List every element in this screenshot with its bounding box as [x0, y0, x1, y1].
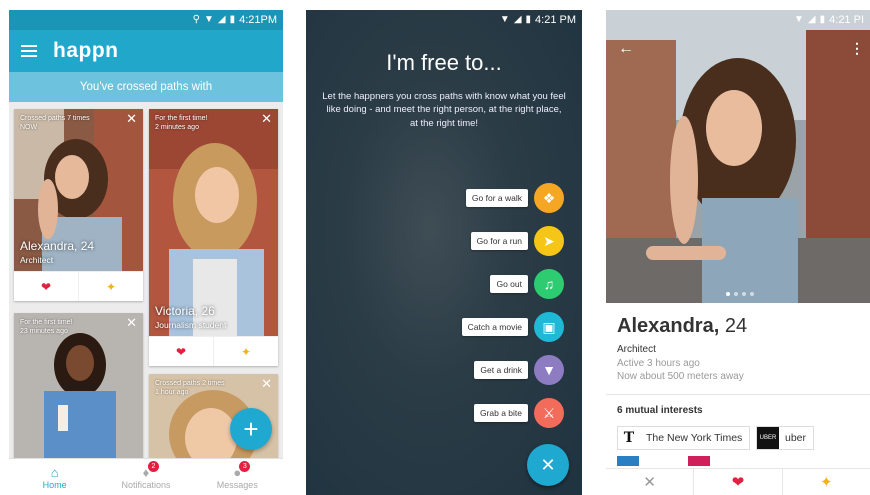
like-heart-icon[interactable]: ❤ — [149, 337, 213, 366]
card-actions: ❤ ✦ — [14, 271, 143, 301]
film-icon[interactable]: ▣ — [534, 312, 564, 342]
battery-icon: ▮ — [525, 14, 532, 25]
profile-screen: ▼ ◢ ▮ 4:21 PI ← ⋮ Alexandra, 24 Architec… — [606, 10, 870, 495]
option-walk[interactable]: Go for a walk ❖ — [465, 183, 564, 213]
cutlery-icon[interactable]: ⚔ — [534, 398, 564, 428]
like-heart-icon[interactable]: ❤ — [693, 469, 781, 495]
card-meta: Crossed paths 7 times NOW — [20, 115, 90, 132]
crossed-paths-banner: You've crossed paths with — [9, 72, 283, 102]
status-bar: ⚲ ▼ ◢ ▮ 4:21PM — [9, 10, 283, 30]
charm-icon[interactable]: ✦ — [78, 272, 143, 301]
status-time: 4:21 PM — [535, 14, 576, 26]
wifi-icon: ▼ — [499, 14, 510, 25]
photo-pager-dots[interactable] — [726, 292, 754, 296]
home-screen: ⚲ ▼ ◢ ▮ 4:21PM happn You've crossed path… — [9, 10, 283, 495]
nyt-logo-icon: T — [618, 427, 640, 449]
compass-icon[interactable]: ❖ — [534, 183, 564, 213]
close-icon[interactable]: ✕ — [261, 377, 272, 390]
more-options-icon[interactable]: ⋮ — [850, 40, 864, 57]
signal-icon: ◢ — [217, 14, 226, 25]
charm-icon[interactable]: ✦ — [213, 337, 278, 366]
music-icon[interactable]: ♫ — [534, 269, 564, 299]
reject-close-icon[interactable]: ✕ — [606, 469, 693, 495]
photo-victoria — [149, 109, 278, 336]
photo-alexandra-large — [606, 10, 870, 303]
card-name: Victoria, 26 — [155, 304, 215, 318]
signal-icon: ◢ — [513, 14, 522, 25]
plus-icon: + — [243, 413, 259, 444]
interest-chip[interactable]: T The New York Times — [617, 426, 751, 450]
profile-name: Alexandra, 24 — [617, 315, 748, 337]
location-icon: ⚲ — [192, 14, 200, 25]
mutual-interests-title: 6 mutual interests — [617, 405, 703, 416]
profile-card[interactable]: For the first time! 23 minutes ago ✕ — [14, 313, 143, 458]
notification-badge: 2 — [147, 461, 159, 472]
interest-chip-partial[interactable] — [617, 456, 639, 466]
status-bar: ▼ ◢ ▮ 4:21 PI — [606, 10, 870, 30]
runner-icon[interactable]: ➤ — [534, 226, 564, 256]
free-to-screen: ▼ ◢ ▮ 4:21 PM I'm free to... Let the hap… — [306, 10, 582, 495]
status-time: 4:21PM — [239, 14, 277, 26]
menu-icon[interactable] — [21, 45, 37, 57]
profile-action-bar: ✕ ❤ ✦ — [606, 468, 870, 495]
card-meta: Crossed paths 2 times 1 hour ago — [155, 380, 225, 397]
close-icon[interactable]: ✕ — [126, 316, 137, 329]
wifi-icon: ▼ — [203, 14, 214, 25]
option-drink[interactable]: Get a drink ▼ — [474, 355, 564, 385]
battery-icon: ▮ — [819, 14, 826, 25]
interest-chip-partial[interactable] — [688, 456, 710, 466]
uber-logo-icon: UBER — [757, 427, 779, 449]
nav-notifications[interactable]: ♦ 2 Notifications — [100, 459, 191, 495]
profile-card[interactable]: For the first time! 2 minutes ago ✕ Vict… — [149, 109, 278, 366]
close-icon[interactable]: ✕ — [126, 112, 137, 125]
option-run[interactable]: Go for a run ➤ — [470, 226, 564, 256]
wifi-icon: ▼ — [794, 14, 804, 25]
close-menu-button[interactable]: ✕ — [527, 444, 569, 486]
card-meta: For the first time! 23 minutes ago — [20, 319, 73, 336]
divider — [606, 394, 870, 395]
card-job: Journalism student — [155, 320, 227, 330]
add-button[interactable]: + — [230, 408, 272, 450]
close-icon: ✕ — [540, 454, 556, 475]
app-logo: happn — [53, 39, 119, 62]
message-badge: 3 — [239, 461, 251, 472]
profile-last-active: Active 3 hours ago — [617, 358, 700, 369]
bottom-navigation: ⌂ Home ♦ 2 Notifications ● 3 Messages — [9, 458, 283, 495]
card-job: Architect — [20, 255, 54, 265]
profile-photo[interactable]: Crossed paths 7 times NOW ✕ Alexandra, 2… — [14, 109, 143, 271]
interest-chip[interactable]: UBER uber — [756, 426, 815, 450]
free-to-title: I'm free to... — [386, 50, 502, 75]
like-heart-icon[interactable]: ❤ — [14, 272, 78, 301]
back-arrow-icon[interactable]: ← — [618, 40, 634, 58]
card-meta: For the first time! 2 minutes ago — [155, 115, 208, 132]
profile-distance: Now about 500 meters away — [617, 371, 744, 382]
charm-icon[interactable]: ✦ — [781, 469, 870, 495]
nav-messages[interactable]: ● 3 Messages — [192, 459, 283, 495]
profile-photo[interactable]: For the first time! 23 minutes ago ✕ — [14, 313, 143, 458]
option-go-out[interactable]: Go out ♫ — [490, 269, 564, 299]
profile-card[interactable]: Crossed paths 7 times NOW ✕ Alexandra, 2… — [14, 109, 143, 301]
battery-icon: ▮ — [229, 14, 236, 25]
profile-hero-photo[interactable]: ▼ ◢ ▮ 4:21 PI ← ⋮ — [606, 10, 870, 303]
cocktail-icon[interactable]: ▼ — [534, 355, 564, 385]
close-icon[interactable]: ✕ — [261, 112, 272, 125]
profile-photo[interactable]: For the first time! 2 minutes ago ✕ Vict… — [149, 109, 278, 336]
status-bar: ▼ ◢ ▮ 4:21 PM — [306, 10, 582, 30]
profile-job: Architect — [617, 344, 656, 355]
home-icon: ⌂ — [50, 464, 59, 480]
option-movie[interactable]: Catch a movie ▣ — [461, 312, 564, 342]
card-actions: ❤ ✦ — [149, 336, 278, 366]
nav-home[interactable]: ⌂ Home — [9, 459, 100, 495]
app-bar: happn — [9, 30, 283, 72]
status-time: 4:21 PI — [829, 14, 864, 26]
signal-icon: ◢ — [807, 14, 816, 25]
free-to-description: Let the happners you cross paths with kn… — [322, 91, 566, 129]
card-name: Alexandra, 24 — [20, 239, 95, 253]
option-bite[interactable]: Grab a bite ⚔ — [473, 398, 564, 428]
